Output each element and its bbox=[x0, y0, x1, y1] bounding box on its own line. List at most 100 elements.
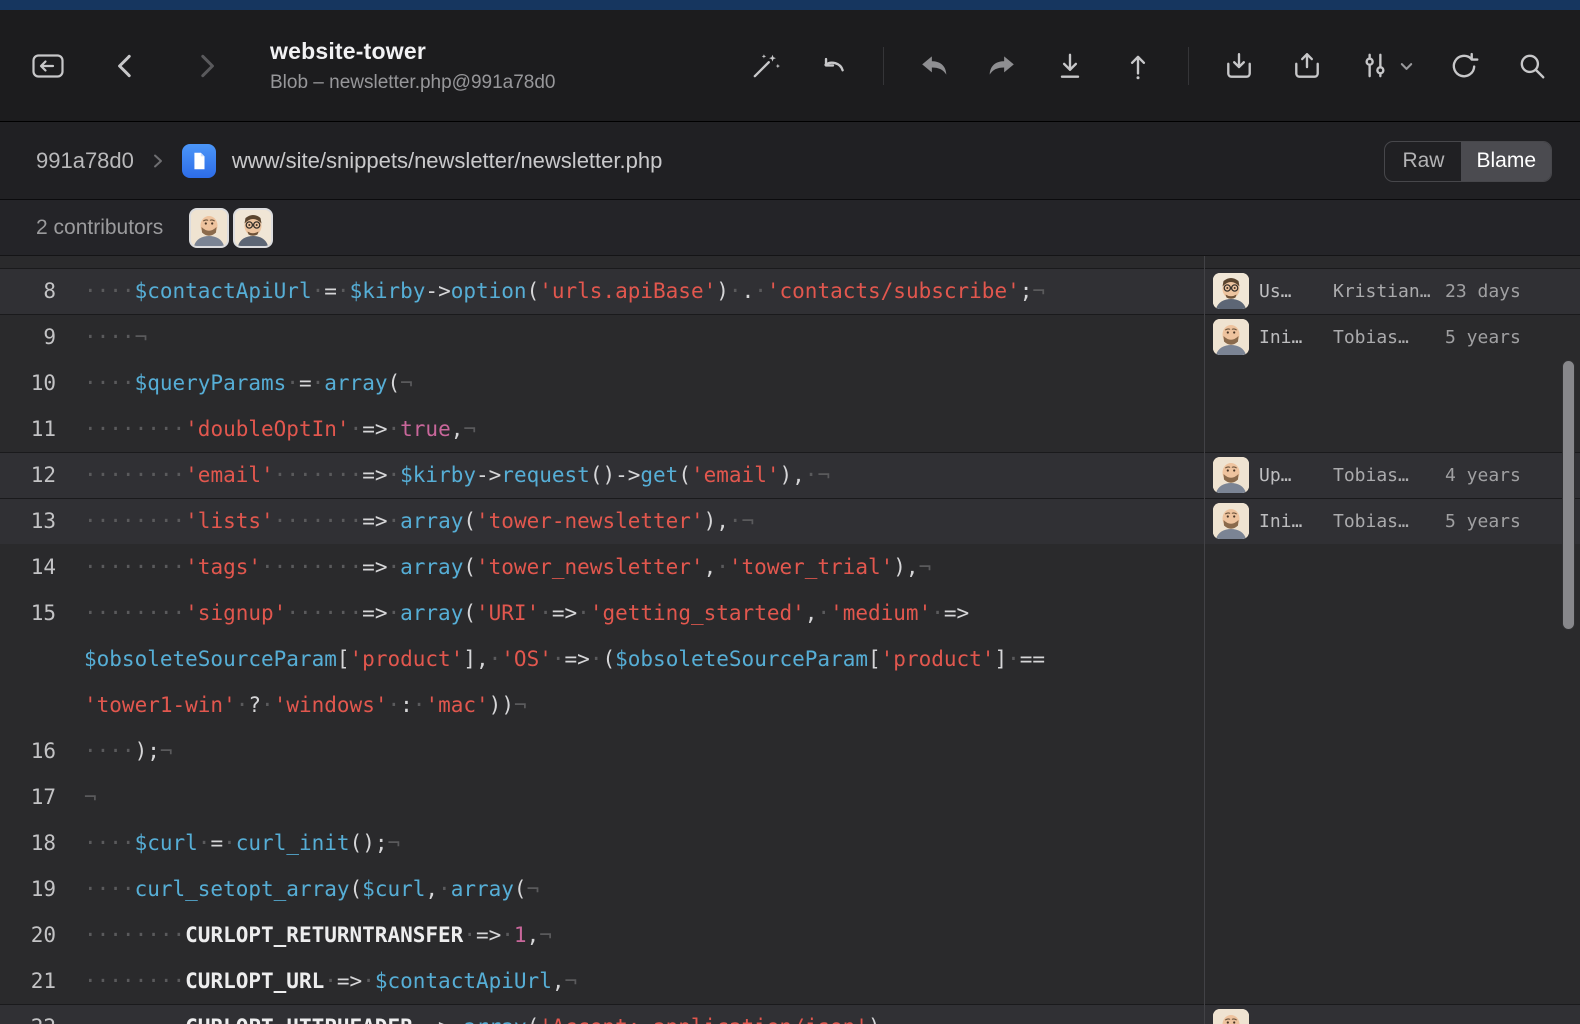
avatar bbox=[1213, 273, 1249, 309]
code-text: ········'email'·······=>·$kirby->request… bbox=[56, 452, 830, 498]
chevron-left-icon bbox=[111, 51, 141, 81]
undo-outline-button[interactable] bbox=[815, 48, 851, 84]
arrow-up-from-dot-icon bbox=[1123, 51, 1153, 81]
toolbar: website-tower Blob – newsletter.php@991a… bbox=[0, 10, 1580, 122]
app-window: website-tower Blob – newsletter.php@991a… bbox=[0, 0, 1580, 1024]
file-icon bbox=[182, 144, 216, 178]
code-text: ····$queryParams·=·array(¬ bbox=[56, 360, 413, 406]
line-number: 9 bbox=[0, 314, 56, 360]
back-to-workspace-button[interactable] bbox=[30, 48, 66, 84]
avatar bbox=[1213, 503, 1249, 539]
avatar[interactable] bbox=[233, 208, 273, 248]
code-text: ····¬ bbox=[56, 314, 147, 360]
avatar[interactable] bbox=[189, 208, 229, 248]
push-button[interactable] bbox=[1120, 48, 1156, 84]
redo-button[interactable] bbox=[984, 48, 1020, 84]
blame-entry[interactable]: Us… Kristian…23 days bbox=[1205, 268, 1580, 314]
code-viewer[interactable]: 8····$contactApiUrl·=·$kirby->option('ur… bbox=[0, 256, 1580, 1024]
quick-actions-button[interactable] bbox=[747, 48, 783, 84]
line-number bbox=[0, 636, 56, 682]
blame-entry[interactable]: Ini…Tobias…5 years bbox=[1205, 314, 1580, 360]
line-number bbox=[0, 682, 56, 728]
blame-column: Us… Kristian…23 days Ini… Tobias…5 years Up…… bbox=[1204, 256, 1580, 1024]
window-title-block: website-tower Blob – newsletter.php@991a… bbox=[270, 38, 630, 94]
blame-author: Tobias… bbox=[1333, 511, 1443, 532]
circular-arrow-icon bbox=[1449, 51, 1479, 81]
code-text: ········'tags'········=>·array('tower_ne… bbox=[56, 544, 931, 590]
curved-arrow-right-solid-icon bbox=[987, 51, 1017, 81]
code-text: ········CURLOPT_URL·=>·$contactApiUrl,¬ bbox=[56, 958, 577, 1004]
avatar bbox=[1213, 319, 1249, 355]
pull-button[interactable] bbox=[1052, 48, 1088, 84]
view-subtitle: Blob – newsletter.php@991a78d0 bbox=[270, 72, 630, 94]
blame-tab[interactable]: Blame bbox=[1461, 142, 1551, 181]
line-number: 15 bbox=[0, 590, 56, 636]
blame-date: 4 years bbox=[1445, 465, 1580, 486]
code-text: ····);¬ bbox=[56, 728, 173, 774]
commit-hash[interactable]: 991a78d0 bbox=[36, 148, 134, 174]
magic-wand-icon bbox=[750, 51, 780, 81]
blame-entry[interactable]: Up…Tobias…4 years bbox=[1205, 452, 1580, 498]
chevron-down-icon[interactable] bbox=[1399, 59, 1414, 74]
blob-header-bar: 991a78d0 www/site/snippets/newsletter/ne… bbox=[0, 122, 1580, 200]
history-back-button[interactable] bbox=[108, 48, 144, 84]
line-number: 20 bbox=[0, 912, 56, 958]
tray-arrow-up-icon bbox=[1292, 51, 1322, 81]
line-number: 12 bbox=[0, 452, 56, 498]
blame-commit-message: Us… bbox=[1259, 281, 1327, 302]
code-text: 'tower1-win'·?·'windows'·:·'mac'))¬ bbox=[56, 682, 527, 728]
workflows-button[interactable] bbox=[1357, 48, 1393, 84]
code-text: ········'signup'······=>·array('URI'·=>·… bbox=[56, 590, 969, 636]
blame-date: 23 days bbox=[1445, 281, 1580, 302]
line-number: 19 bbox=[0, 866, 56, 912]
refresh-button[interactable] bbox=[1446, 48, 1482, 84]
raw-tab[interactable]: Raw bbox=[1385, 142, 1461, 181]
contributor-avatars[interactable] bbox=[189, 208, 273, 248]
sliders-icon bbox=[1360, 51, 1390, 81]
line-number: 14 bbox=[0, 544, 56, 590]
blame-author: Kristian… bbox=[1333, 281, 1443, 302]
search-button[interactable] bbox=[1514, 48, 1550, 84]
blame-commit-message: Ini… bbox=[1259, 511, 1327, 532]
undo-button[interactable] bbox=[916, 48, 952, 84]
code-text: ¬ bbox=[56, 774, 97, 820]
repository-title: website-tower bbox=[270, 38, 630, 65]
vertical-scrollbar-thumb[interactable] bbox=[1562, 360, 1575, 630]
line-number: 16 bbox=[0, 728, 56, 774]
boxed-left-arrow-icon bbox=[31, 51, 65, 81]
history-forward-button[interactable] bbox=[188, 48, 224, 84]
line-number: 10 bbox=[0, 360, 56, 406]
stash-save-button[interactable] bbox=[1221, 48, 1257, 84]
line-number: 17 bbox=[0, 774, 56, 820]
titlebar-accent-strip bbox=[0, 0, 1580, 10]
blame-entry[interactable]: Ini… Tobias…5 years bbox=[1205, 498, 1580, 544]
code-text: ····$curl·=·curl_init();¬ bbox=[56, 820, 400, 866]
toolbar-separator bbox=[883, 47, 884, 85]
blame-commit-message: Up… bbox=[1259, 465, 1327, 486]
blame-date: 5 years bbox=[1445, 511, 1580, 532]
line-number: 21 bbox=[0, 958, 56, 1004]
toolbar-separator bbox=[1188, 47, 1189, 85]
tray-arrow-down-icon bbox=[1224, 51, 1254, 81]
file-path[interactable]: www/site/snippets/newsletter/newsletter.… bbox=[232, 148, 662, 174]
chevron-right-icon bbox=[191, 51, 221, 81]
blame-commit-message: Ini… bbox=[1259, 327, 1327, 348]
code-text: ········'doubleOptIn'·=>·true,¬ bbox=[56, 406, 476, 452]
toolbar-actions bbox=[747, 47, 1550, 85]
blame-entry[interactable] bbox=[1205, 1004, 1580, 1024]
stash-apply-button[interactable] bbox=[1289, 48, 1325, 84]
code-text: $obsoleteSourceParam['product'],·'OS'·=>… bbox=[56, 636, 1045, 682]
contributors-bar: 2 contributors bbox=[0, 200, 1580, 256]
chevron-right-icon bbox=[150, 153, 166, 169]
view-mode-switch: Raw Blame bbox=[1384, 141, 1552, 182]
curved-arrow-left-solid-icon bbox=[919, 51, 949, 81]
code-text: ········'lists'·······=>·array('tower-ne… bbox=[56, 498, 754, 544]
line-number: 11 bbox=[0, 406, 56, 452]
search-icon bbox=[1517, 51, 1547, 81]
contributors-label: 2 contributors bbox=[36, 216, 163, 240]
line-number: 18 bbox=[0, 820, 56, 866]
line-number: 13 bbox=[0, 498, 56, 544]
code-text: ········CURLOPT_RETURNTRANSFER·=>·1,¬ bbox=[56, 912, 552, 958]
avatar bbox=[1213, 1009, 1249, 1024]
line-number: 8 bbox=[0, 268, 56, 314]
